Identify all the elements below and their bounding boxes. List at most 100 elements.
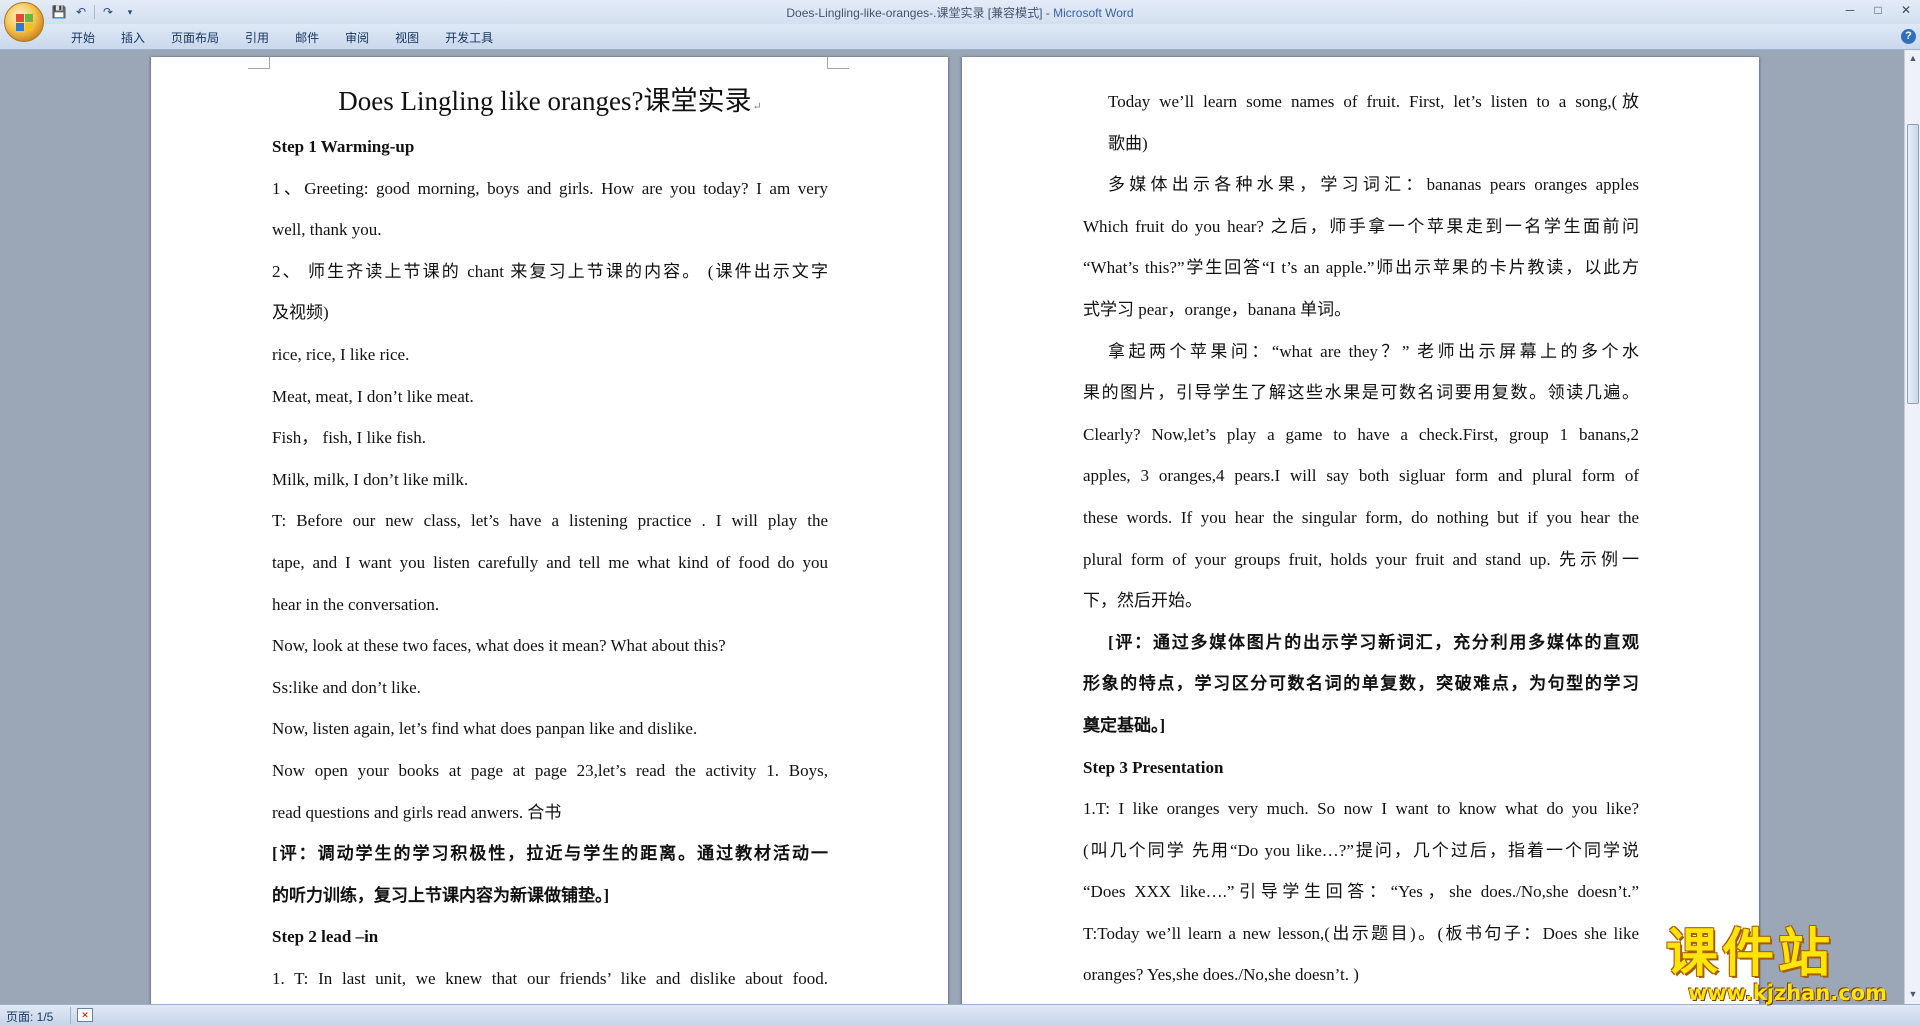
text-line-content: 的听力训练，复习上节课内容为新课做铺垫。] <box>272 885 610 905</box>
text-line-content: Fish， fish, I like fish. <box>272 428 426 448</box>
text-line[interactable]: apples, 3 oranges,4 pears.I will say bot… <box>1083 455 1639 497</box>
text-line[interactable]: Fish， fish, I like fish. <box>272 417 828 459</box>
page-left-content: Does Lingling like oranges?课堂实录↵ Step 1 … <box>272 57 828 999</box>
document-title[interactable]: Does Lingling like oranges?课堂实录↵ <box>272 76 828 126</box>
text-line[interactable]: Now, look at these two faces, what does … <box>272 625 828 667</box>
text-line[interactable]: 1、Greeting: good morning, boys and girls… <box>272 168 828 210</box>
text-line-content: 1. T: In last unit, we knew that our fri… <box>272 968 828 988</box>
text-line[interactable]: 形象的特点，学习区分可数名词的单复数，突破难点，为句型的学习 <box>1083 663 1639 705</box>
text-line-content: Step 1 Warming-up <box>272 137 415 156</box>
tab-mailings[interactable]: 邮件 <box>282 29 332 47</box>
text-line-content: 下，然后开始。 <box>1083 591 1202 611</box>
text-line[interactable]: read questions and girls read anwers. 合书 <box>272 792 828 834</box>
window-controls: ─ □ ✕ <box>1836 0 1920 20</box>
text-line[interactable]: Step 2 lead –in <box>272 916 828 958</box>
text-line[interactable]: 的听力训练，复习上节课内容为新课做铺垫。] <box>272 875 828 917</box>
window-title: Does-Lingling-like-oranges-.课堂实录 [兼容模式] … <box>0 4 1920 21</box>
document-name: Does-Lingling-like-oranges-.课堂实录 [兼容模式] … <box>786 6 1054 20</box>
text-line[interactable]: Now, listen again, let’s find what does … <box>272 708 828 750</box>
text-line-content: oranges? Yes,she does./No,she doesn’t. ) <box>1083 965 1359 985</box>
text-line[interactable]: 拿起两个苹果问：“what are they？” 老师出示屏幕上的多个水 <box>1083 331 1639 373</box>
text-line-content: 奠定基础。] <box>1083 715 1166 735</box>
text-line-content: [评：调动学生的学习积极性，拉近与学生的距离。通过教材活动一 <box>272 844 828 864</box>
text-line[interactable]: 2、 师生齐读上节课的 chant 来复习上节课的内容。 (课件出示文字 <box>272 251 828 293</box>
watermark: 课件站 www.kjzhan.com <box>1666 924 1906 1005</box>
close-button[interactable]: ✕ <box>1892 0 1920 20</box>
text-line-content: Meat, meat, I don’t like meat. <box>272 386 474 406</box>
tab-view[interactable]: 视图 <box>382 29 432 47</box>
page-right[interactable]: Today we’ll learn some names of fruit. F… <box>962 57 1759 1004</box>
page-indicator[interactable]: 页面: 1/5 <box>6 1008 53 1025</box>
text-line[interactable]: 及视频) <box>272 292 828 334</box>
text-line[interactable]: 1.T: I like oranges very much. So now I … <box>1083 788 1639 830</box>
text-line-content: 形象的特点，学习区分可数名词的单复数，突破难点，为句型的学习 <box>1083 674 1639 694</box>
vertical-scrollbar[interactable]: ▲ ▼ <box>1904 50 1920 1004</box>
text-line[interactable]: 多媒体出示各种水果，学习词汇：bananas pears oranges app… <box>1083 164 1639 206</box>
text-line-content: 1、Greeting: good morning, boys and girls… <box>272 178 828 198</box>
text-line[interactable]: plural form of your groups fruit, holds … <box>1083 539 1639 581</box>
text-line[interactable]: [评：调动学生的学习积极性，拉近与学生的距离。通过教材活动一 <box>272 833 828 875</box>
help-icon[interactable]: ? <box>1901 29 1916 44</box>
status-bar: 页面: 1/5 ✕ <box>0 1004 1920 1025</box>
text-line[interactable]: 式学习 pear，orange，banana 单词。 <box>1083 289 1639 331</box>
text-line[interactable]: T: Before our new class, let’s have a li… <box>272 500 828 542</box>
text-line[interactable]: “Does XXX like….”引导学生回答：“Yes，she does./N… <box>1083 871 1639 913</box>
text-line[interactable]: Meat, meat, I don’t like meat. <box>272 376 828 418</box>
text-line-content: [评：通过多媒体图片的出示学习新词汇，充分利用多媒体的直观 <box>1108 632 1639 652</box>
text-line[interactable]: oranges? Yes,she does./No,she doesn’t. ) <box>1083 954 1639 996</box>
text-line-content: 多媒体出示各种水果，学习词汇：bananas pears oranges app… <box>1108 175 1639 195</box>
text-line[interactable]: (叫几个同学 先用“Do you like…?”提问，几个过后，指着一个同学说 <box>1083 830 1639 872</box>
text-line[interactable]: 下，然后开始。 <box>1083 580 1639 622</box>
text-line[interactable]: [评：通过多媒体图片的出示学习新词汇，充分利用多媒体的直观 <box>1083 622 1639 664</box>
text-line[interactable]: Milk, milk, I don’t like milk. <box>272 459 828 501</box>
text-line-content: 式学习 pear，orange，banana 单词。 <box>1083 299 1352 319</box>
text-line[interactable]: hear in the conversation. <box>272 584 828 626</box>
ribbon: 开始 插入 页面布局 引用 邮件 审阅 视图 开发工具 ? <box>0 24 1920 50</box>
text-line[interactable]: “What’s this?”学生回答“I t’s an apple.”师出示苹果… <box>1083 247 1639 289</box>
page-left[interactable]: Does Lingling like oranges?课堂实录↵ Step 1 … <box>151 57 948 1004</box>
tab-insert[interactable]: 插入 <box>108 29 158 47</box>
office-button[interactable] <box>4 2 44 42</box>
text-line-content: well, thank you. <box>272 220 382 240</box>
text-line[interactable]: 奠定基础。] <box>1083 705 1639 747</box>
text-line-content: Now, look at these two faces, what does … <box>272 636 726 656</box>
tab-home[interactable]: 开始 <box>58 29 108 47</box>
scroll-up-icon[interactable]: ▲ <box>1908 53 1918 65</box>
text-line[interactable]: Step 3 Presentation <box>1083 747 1639 789</box>
text-line[interactable]: these words. If you hear the singular fo… <box>1083 497 1639 539</box>
text-line-content: Milk, milk, I don’t like milk. <box>272 469 469 489</box>
maximize-button[interactable]: □ <box>1864 0 1892 20</box>
text-line[interactable]: T:Today we’ll learn a new lesson,(出示题目)。… <box>1083 913 1639 955</box>
text-line-content: Step 2 lead –in <box>272 927 379 947</box>
text-line[interactable]: Today we’ll learn some names of fruit. F… <box>1083 81 1639 123</box>
tab-developer[interactable]: 开发工具 <box>432 29 506 47</box>
text-line[interactable]: Ss:like and don’t like. <box>272 667 828 709</box>
tab-references[interactable]: 引用 <box>232 29 282 47</box>
text-line[interactable]: 歌曲) <box>1083 123 1639 165</box>
text-line-content: Today we’ll learn some names of fruit. F… <box>1108 92 1639 111</box>
text-line[interactable]: 1. T: In last unit, we knew that our fri… <box>272 958 828 1000</box>
text-line[interactable]: 果的图片，引导学生了解这些水果是可数名词要用复数。领读几遍。 <box>1083 372 1639 414</box>
text-line[interactable]: rice, rice, I like rice. <box>272 334 828 376</box>
text-line-content: rice, rice, I like rice. <box>272 344 410 364</box>
scrollbar-thumb[interactable] <box>1907 124 1919 404</box>
minimize-button[interactable]: ─ <box>1836 0 1864 20</box>
tab-review[interactable]: 审阅 <box>332 29 382 47</box>
text-line[interactable]: tape, and I want you listen carefully an… <box>272 542 828 584</box>
text-line-content: hear in the conversation. <box>272 594 440 614</box>
text-line[interactable]: well, thank you. <box>272 209 828 251</box>
text-line[interactable]: Which fruit do you hear? 之后，师手拿一个苹果走到一名学… <box>1083 206 1639 248</box>
watermark-cn: 课件站 <box>1666 924 1835 984</box>
app-name: Microsoft Word <box>1053 6 1134 20</box>
text-line[interactable]: Clearly? Now,let’s play a game to have a… <box>1083 414 1639 456</box>
tab-page-layout[interactable]: 页面布局 <box>158 29 232 47</box>
text-line-content: Which fruit do you hear? 之后，师手拿一个苹果走到一名学… <box>1083 216 1639 236</box>
proofing-icon[interactable]: ✕ <box>77 1008 93 1022</box>
text-line[interactable]: Now open your books at page at page 23,l… <box>272 750 828 792</box>
text-line-content: read questions and girls read anwers. 合书 <box>272 802 562 822</box>
text-line[interactable]: Step 1 Warming-up <box>272 126 828 168</box>
text-line-content: (叫几个同学 先用“Do you like…?”提问，几个过后，指着一个同学说 <box>1083 840 1639 860</box>
text-line-content: apples, 3 oranges,4 pears.I will say bot… <box>1083 466 1639 486</box>
text-line-content: Now, listen again, let’s find what does … <box>272 719 698 739</box>
scroll-down-icon[interactable]: ▼ <box>1908 989 1918 1001</box>
